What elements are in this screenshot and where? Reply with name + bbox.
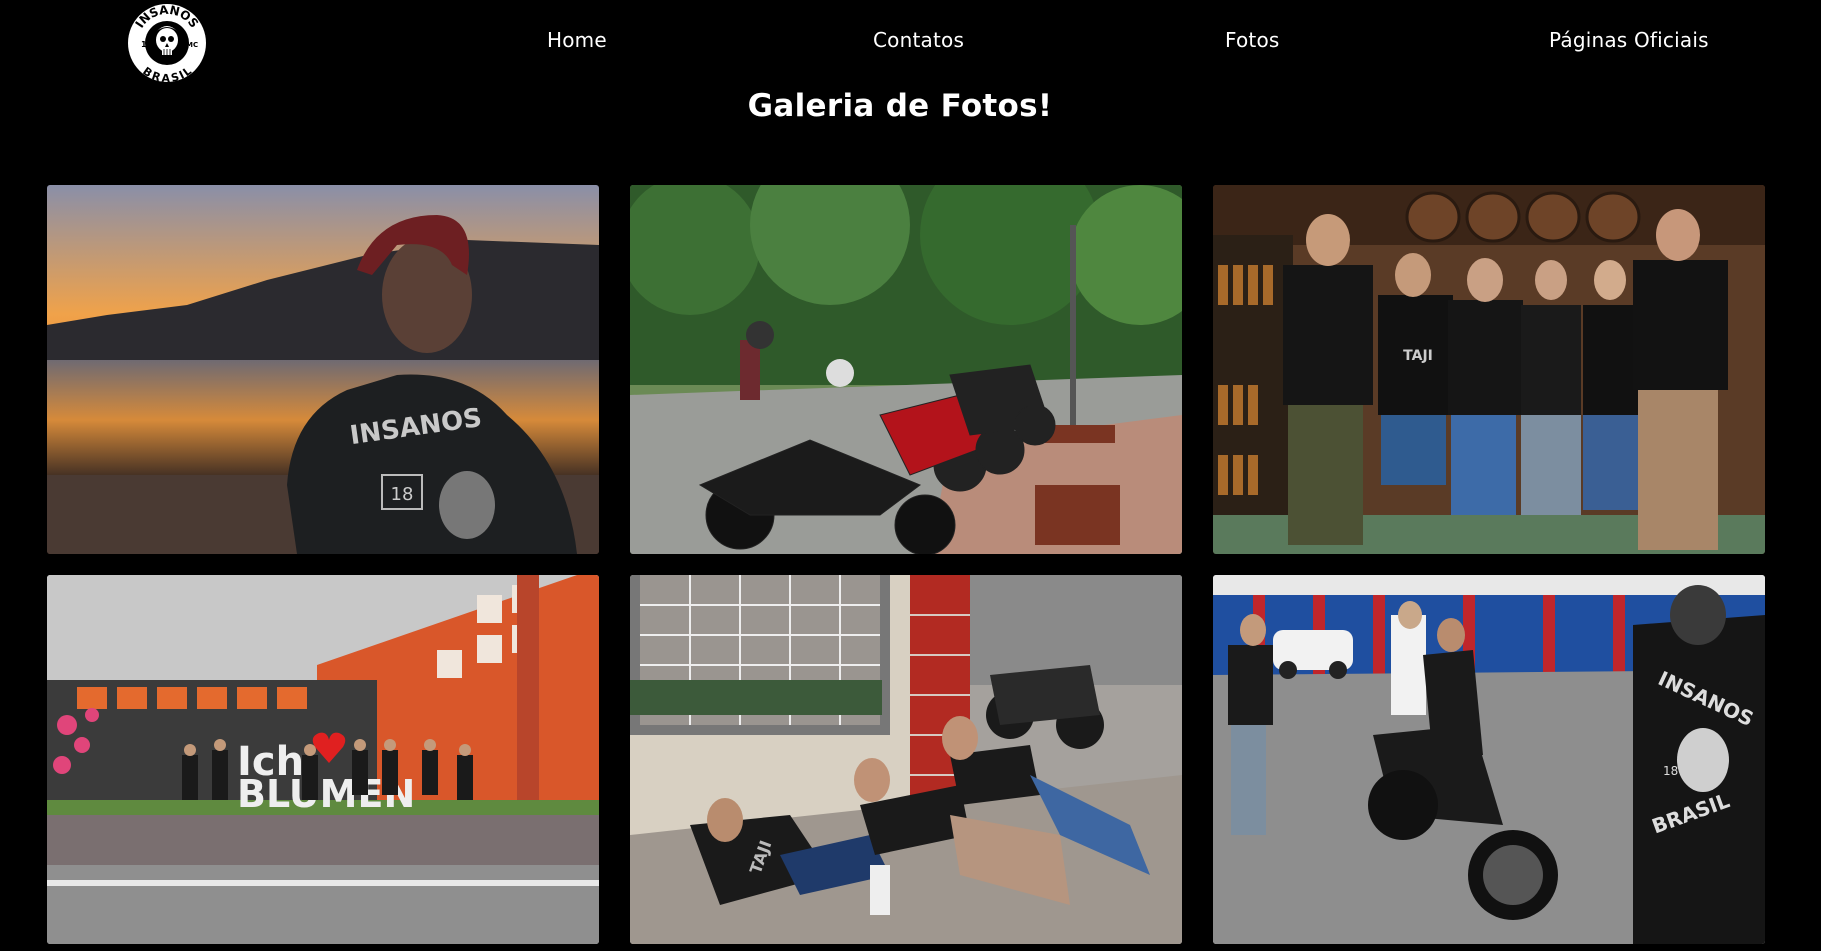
gallery-photo-bikers-parking[interactable]: INSANOS BRASIL 18 — [1213, 575, 1765, 944]
gallery-photo-blumenau-sign[interactable]: Ich BLUMEN — [47, 575, 599, 944]
photo-sunset-image: INSANOS 18 — [47, 185, 599, 554]
gallery-photo-bikers-sidewalk[interactable]: TAJI — [630, 575, 1182, 944]
vest-patch: 18 — [391, 484, 414, 505]
logo-emblem: INSANOS BRASIL 18 MC — [128, 3, 206, 85]
photo-bikers-parking-image: INSANOS BRASIL 18 — [1213, 575, 1765, 944]
nav-link-contatos[interactable]: Contatos — [873, 28, 964, 52]
nav-link-fotos[interactable]: Fotos — [1225, 28, 1280, 52]
photo-gallery: INSANOS 18 TAJI Ich BLUMEN TAJI INSANOS … — [47, 185, 1765, 944]
insanos-logo[interactable]: INSANOS BRASIL 18 MC — [126, 2, 208, 85]
gallery-photo-sunset-beach[interactable]: INSANOS 18 — [47, 185, 599, 554]
photo-group-bar-image: TAJI — [1213, 185, 1765, 554]
logo-badge-right: MC — [186, 41, 198, 49]
photo-bikers-sidewalk-image: TAJI — [630, 575, 1182, 944]
photo-motorcycles-image — [630, 185, 1182, 554]
page-title: Galeria de Fotos! — [747, 88, 1053, 124]
header: INSANOS BRASIL 18 MC Home Contatos Fotos… — [0, 0, 1821, 90]
logo-badge-left: 18 — [141, 40, 153, 49]
vest-text: TAJI — [1403, 348, 1433, 364]
nav-link-home[interactable]: Home — [547, 28, 607, 52]
nav-link-paginas-oficiais[interactable]: Páginas Oficiais — [1549, 28, 1709, 52]
gallery-photo-motorcycles-roadside[interactable] — [630, 185, 1182, 554]
gallery-photo-group-bar[interactable]: TAJI — [1213, 185, 1765, 554]
vest-patch: 18 — [1663, 764, 1678, 778]
photo-blumenau-image: Ich BLUMEN — [47, 575, 599, 944]
